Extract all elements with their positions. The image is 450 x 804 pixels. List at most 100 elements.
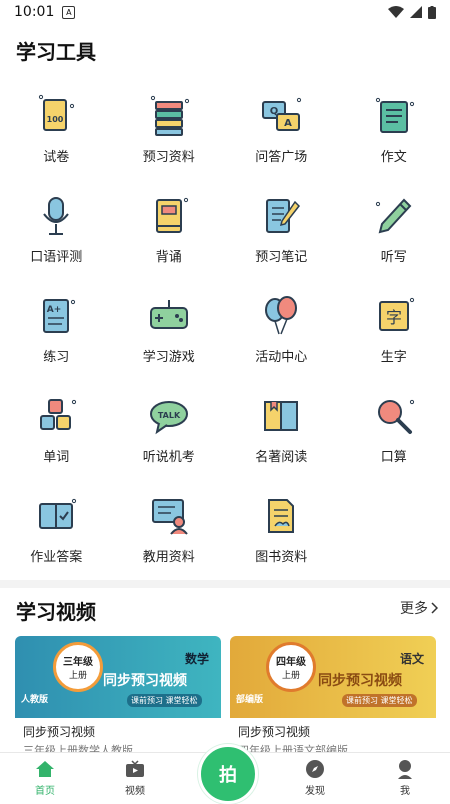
tool-teaching-materials[interactable]: 教用资料 [113,485,226,585]
tool-essay[interactable]: 作文 [338,85,450,185]
talk-bubble-icon: TALK [143,390,195,442]
essay-book-icon [368,90,420,142]
tool-label: 听说机考 [143,446,195,465]
tool-recite[interactable]: 背诵 [113,185,226,285]
qa-chat-icon: QA [255,90,307,142]
open-book-icon [255,390,307,442]
svg-text:TALK: TALK [158,411,181,420]
tool-oral-test[interactable]: 口语评测 [0,185,113,285]
gamepad-icon [143,290,195,342]
banner-label: 同步预习视频 [318,670,402,690]
video-title: 同步预习视频 [238,723,310,740]
nav-home[interactable]: 首页 [0,753,90,801]
tool-exam-paper[interactable]: 100 试卷 [0,85,113,185]
svg-text:A+: A+ [47,305,62,315]
camera-search-button[interactable]: 拍 [198,744,258,804]
grade-label: 三年级 [63,653,93,668]
tool-label: 问答广场 [255,146,307,165]
tool-label: 作文 [381,146,407,165]
subject-label: 数学 [185,650,209,667]
tool-classics-reading[interactable]: 名著阅读 [225,385,338,485]
teacher-board-icon [143,490,195,542]
nav-video[interactable]: 视频 [90,753,180,801]
dictation-pen-icon [368,190,420,242]
battery-icon [428,6,436,19]
nav-me[interactable]: 我 [360,753,450,801]
nav-discover[interactable]: 发现 [270,753,360,801]
tool-label: 图书资料 [255,546,307,565]
nav-label: 发现 [305,782,325,797]
video-card[interactable]: 四年级 上册 语文 部编版 同步预习视频 课前预习 课堂轻松 同步预习视频 四年… [230,636,436,754]
tools-section-title: 学习工具 [16,36,96,65]
tool-study-game[interactable]: 学习游戏 [113,285,226,385]
signal-icon [410,6,422,18]
video-title: 同步预习视频 [23,723,95,740]
tool-label: 预习笔记 [255,246,307,265]
edition-label: 部编版 [236,692,263,705]
compass-icon [304,758,326,780]
video-thumbnail: 三年级 上册 数学 人教版 同步预习视频 课前预习 课堂轻松 [15,636,221,718]
books-stack-icon [143,90,195,142]
tool-preview-notes[interactable]: 预习笔记 [225,185,338,285]
tool-label: 口算 [381,446,407,465]
recite-book-icon [143,190,195,242]
svg-text:字: 字 [386,308,402,327]
tool-label: 练习 [43,346,69,365]
tool-preview-materials[interactable]: 预习资料 [113,85,226,185]
tool-homework-answers[interactable]: 作业答案 [0,485,113,585]
status-bar: 10:01 A [0,0,450,24]
practice-sheet-icon: A+ [30,290,82,342]
wifi-icon [388,6,404,18]
grade-label: 四年级 [276,653,306,668]
tool-label: 口语评测 [30,246,82,265]
video-section-title: 学习视频 [16,596,96,625]
user-icon [394,758,416,780]
tool-label: 试卷 [43,146,69,165]
tool-label: 名著阅读 [255,446,307,465]
tool-new-characters[interactable]: 字 生字 [338,285,450,385]
grade-badge: 四年级 上册 [266,642,316,692]
section-divider [0,580,450,588]
tool-library-materials[interactable]: 图书资料 [225,485,338,585]
tool-practice[interactable]: A+ 练习 [0,285,113,385]
volume-label: 上册 [69,668,87,681]
volume-label: 上册 [282,668,300,681]
tool-activity-center[interactable]: 活动中心 [225,285,338,385]
svg-text:100: 100 [47,115,64,124]
tool-listen-speak-test[interactable]: TALK 听说机考 [113,385,226,485]
tool-dictation[interactable]: 听写 [338,185,450,285]
nav-label: 首页 [35,782,55,797]
exam-paper-icon: 100 [30,90,82,142]
tool-label: 生字 [381,346,407,365]
tool-label: 背诵 [156,246,182,265]
tool-label: 预习资料 [143,146,195,165]
tagline-label: 课前预习 课堂轻松 [127,694,202,707]
subject-label: 语文 [400,650,424,667]
tool-label: 单词 [43,446,69,465]
magnifier-icon [368,390,420,442]
banner-label: 同步预习视频 [103,670,187,690]
tool-label: 学习游戏 [143,346,195,365]
notebook-pen-icon [255,190,307,242]
edition-label: 人教版 [21,692,48,705]
more-label: 更多 [400,598,428,618]
video-thumbnail: 四年级 上册 语文 部编版 同步预习视频 课前预习 课堂轻松 [230,636,436,718]
nav-label: 我 [400,782,410,797]
balloons-icon [255,290,307,342]
more-videos-link[interactable]: 更多 [400,598,438,618]
tool-label: 活动中心 [255,346,307,365]
homework-answer-icon [30,490,82,542]
video-card[interactable]: 三年级 上册 数学 人教版 同步预习视频 课前预习 课堂轻松 同步预习视频 三年… [15,636,221,754]
tool-label: 作业答案 [30,546,82,565]
chevron-right-icon [431,602,438,614]
tool-words[interactable]: 单词 [0,385,113,485]
word-blocks-icon [30,390,82,442]
sim-icon: A [62,6,75,19]
camera-label: 拍 [219,761,237,787]
document-icon [255,490,307,542]
character-card-icon: 字 [368,290,420,342]
tool-qa-square[interactable]: QA 问答广场 [225,85,338,185]
tool-mental-math[interactable]: 口算 [338,385,450,485]
tool-label: 教用资料 [143,546,195,565]
tool-label: 听写 [381,246,407,265]
